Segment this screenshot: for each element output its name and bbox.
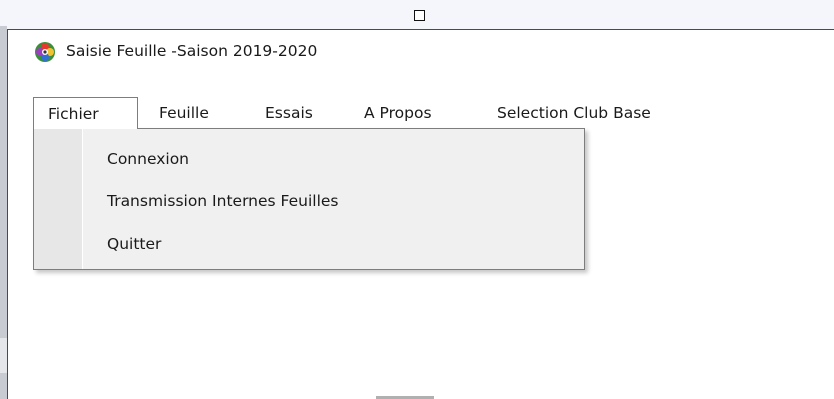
window-title: Saisie Feuille -Saison 2019-2020 (66, 42, 318, 60)
menu-feuille-label: Feuille (159, 104, 209, 122)
menu-item-connexion[interactable]: Connexion (107, 144, 189, 174)
menu-icon-gutter (34, 129, 82, 269)
menu-selection-club-base[interactable]: Selection Club Base (497, 97, 651, 129)
menu-selection-club-base-label: Selection Club Base (497, 104, 651, 122)
app-flower-icon (35, 42, 55, 62)
background-window-edge-light (0, 338, 7, 373)
menu-essais[interactable]: Essais (265, 97, 313, 129)
menu-fichier-label: Fichier (48, 105, 99, 123)
title-bar[interactable]: Saisie Feuille -Saison 2019-2020 (8, 30, 834, 92)
menu-feuille[interactable]: Feuille (159, 97, 209, 129)
resize-handle[interactable] (414, 10, 425, 21)
menu-a-propos-label: A Propos (364, 104, 432, 122)
menu-gutter-divider (82, 129, 83, 269)
fichier-dropdown-menu: Connexion Transmission Internes Feuilles… (33, 128, 585, 270)
menu-bar: Fichier Feuille Essais A Propos Selectio… (8, 97, 834, 129)
menu-essais-label: Essais (265, 104, 313, 122)
menu-item-transmission-internes-feuilles[interactable]: Transmission Internes Feuilles (107, 186, 339, 216)
menu-a-propos[interactable]: A Propos (364, 97, 432, 129)
app-window: Saisie Feuille -Saison 2019-2020 Fichier… (7, 29, 834, 399)
menu-fichier[interactable]: Fichier (33, 97, 138, 129)
menu-item-quitter[interactable]: Quitter (107, 229, 161, 259)
desktop-stage: Saisie Feuille -Saison 2019-2020 Fichier… (0, 0, 834, 399)
